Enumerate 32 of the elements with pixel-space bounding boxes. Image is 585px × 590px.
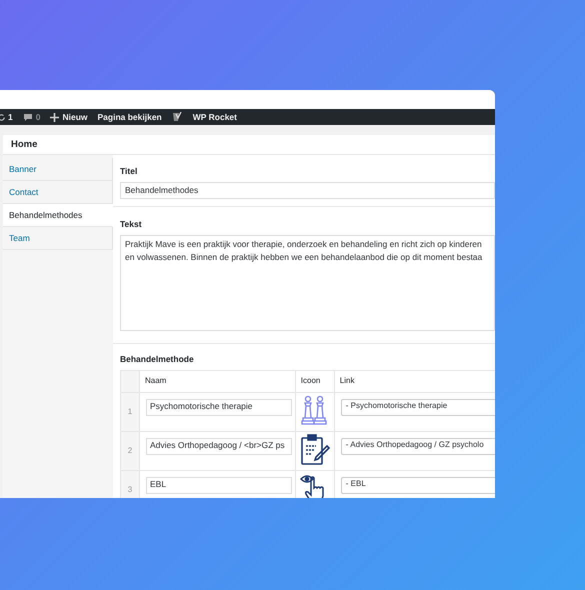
column-header: Link — [334, 370, 495, 392]
tab[interactable]: Behandelmethodes — [3, 204, 113, 227]
column-header: Icoon — [295, 370, 334, 392]
tab[interactable]: Team — [3, 227, 113, 250]
field-label: Behandelmethode — [120, 353, 195, 366]
chess-pieces-icon — [300, 394, 328, 425]
row-number: 3 — [120, 470, 140, 498]
field-label: Titel — [120, 165, 138, 178]
link-select[interactable]: - Advies Orthopedagoog / GZ psycholo — [340, 438, 495, 455]
name-input[interactable]: Psychomotorische therapie — [146, 398, 292, 416]
admin-bar-link[interactable]: 1 — [8, 110, 13, 124]
title-input[interactable]: Behandelmethodes — [120, 182, 495, 199]
comment-icon[interactable] — [22, 112, 33, 122]
admin-bar-link[interactable]: Nieuw — [62, 110, 88, 124]
row-number: 2 — [120, 431, 140, 470]
update-icon[interactable] — [0, 112, 5, 122]
text-area[interactable]: Praktijk Mave is een praktijk voor therapie, onderzoek en behandeling en richt zich op kinderen en volwassenen. Binnen de praktijk hebben we een behandelaanbod die op dit moment bestaa — [120, 234, 495, 330]
name-input[interactable]: Advies Orthopedagoog / <br>GZ ps — [146, 438, 292, 455]
column-header: Naam — [140, 370, 296, 392]
row-number: 1 — [120, 392, 140, 432]
admin-bar-link[interactable]: 0 — [36, 110, 40, 124]
field-label: Tekst — [120, 218, 143, 230]
name-input[interactable]: EBL — [146, 476, 292, 494]
admin-bar-link[interactable]: WP Rocket — [192, 110, 237, 124]
tab[interactable]: Contact — [3, 181, 113, 204]
seo-plugin-icon[interactable] — [172, 112, 183, 122]
clipboard-pen-icon — [300, 434, 330, 466]
tab[interactable]: Banner — [3, 158, 113, 181]
admin-bar-link[interactable]: Pagina bekijken — [98, 110, 162, 124]
link-select[interactable]: - Psychomotorische therapie — [340, 398, 495, 416]
plus-icon[interactable] — [50, 112, 60, 122]
link-select[interactable]: - EBL — [340, 476, 495, 494]
